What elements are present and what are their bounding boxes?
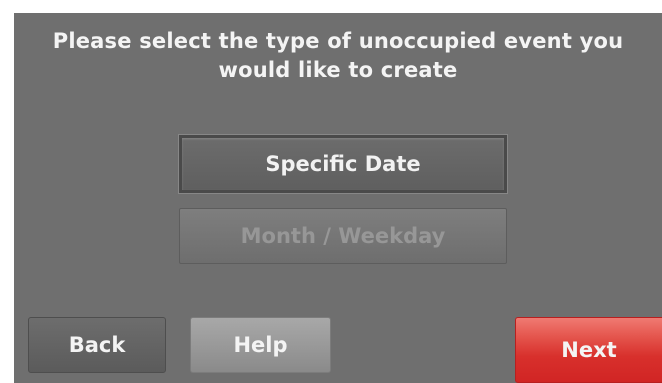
month-weekday-button[interactable]: Month / Weekday bbox=[179, 208, 507, 264]
back-button[interactable]: Back bbox=[28, 317, 166, 373]
specific-date-label: Specific Date bbox=[265, 152, 421, 176]
prompt-line-2: would like to create bbox=[218, 58, 458, 82]
prompt-line-1: Please select the type of unoccupied eve… bbox=[52, 29, 624, 53]
thermostat-screen: Please select the type of unoccupied eve… bbox=[14, 13, 662, 383]
next-button[interactable]: Next bbox=[515, 317, 662, 383]
help-button[interactable]: Help bbox=[190, 317, 331, 373]
specific-date-button[interactable]: Specific Date bbox=[179, 135, 507, 193]
back-label: Back bbox=[68, 333, 126, 357]
month-weekday-label: Month / Weekday bbox=[240, 224, 446, 248]
page-title: Please select the type of unoccupied eve… bbox=[14, 27, 662, 85]
help-label: Help bbox=[233, 333, 288, 357]
next-label: Next bbox=[561, 338, 617, 362]
